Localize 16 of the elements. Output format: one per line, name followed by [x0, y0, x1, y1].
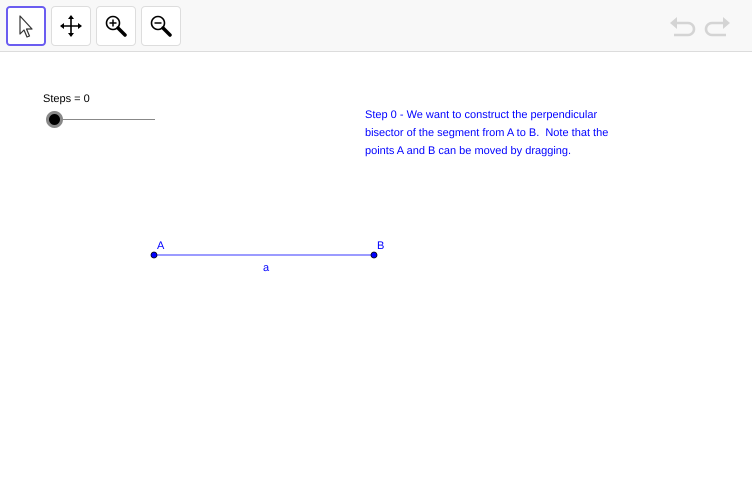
- pointer-tool-button[interactable]: [6, 6, 46, 46]
- zoom-out-tool-button[interactable]: [141, 6, 181, 46]
- point: [370, 252, 378, 258]
- move-arrows-icon: [58, 12, 84, 38]
- zoom-in-icon: [103, 12, 129, 38]
- point-label: B: [377, 240, 384, 252]
- point-label: A: [157, 240, 164, 252]
- zoom-out-icon: [148, 12, 174, 38]
- move-arrows-tool-button[interactable]: [51, 6, 91, 46]
- slider-thumb[interactable]: [46, 111, 63, 128]
- segment-label: a: [263, 262, 270, 274]
- slider-label: Steps = 0: [43, 93, 90, 105]
- zoom-in-tool-button[interactable]: [96, 6, 136, 46]
- point: [150, 252, 158, 258]
- step-description: Step 0 - We want to construct the perpendicular bisector of the segment from A to B. Note that the points A and B can be moved by dragging.: [365, 108, 608, 159]
- slider[interactable]: [46, 111, 155, 128]
